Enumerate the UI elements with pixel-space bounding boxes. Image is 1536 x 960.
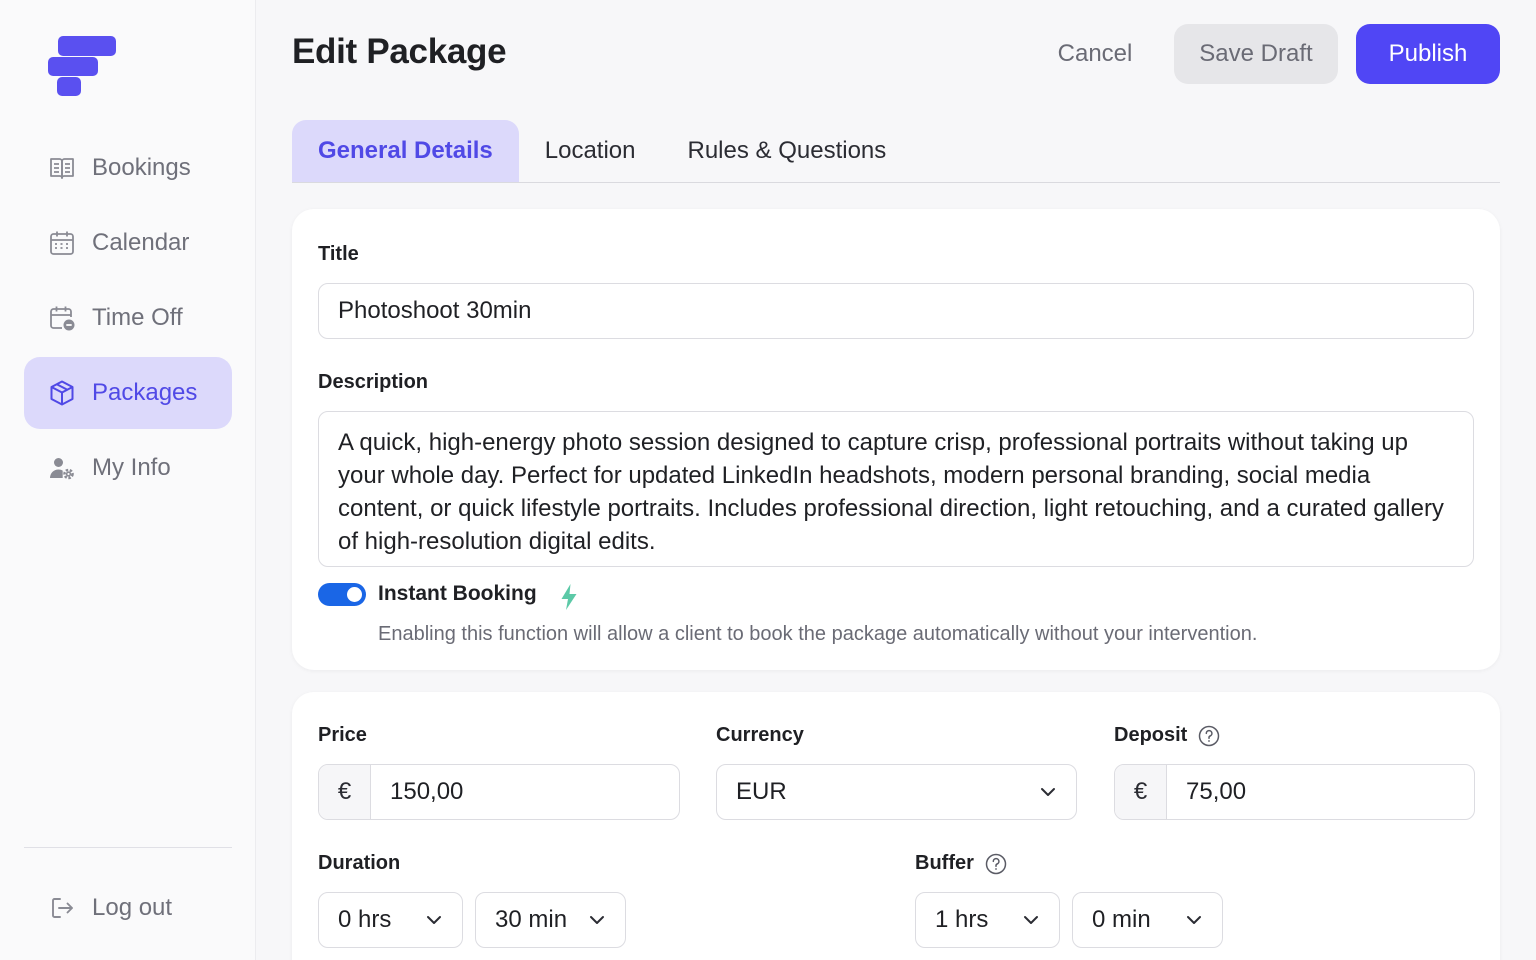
sidebar-item-label: Bookings — [92, 154, 191, 181]
deposit-input[interactable]: € 75,00 — [1114, 764, 1475, 820]
deposit-label: Deposit — [1114, 724, 1220, 747]
calendar-minus-icon — [48, 304, 76, 332]
sidebar-item-time-off[interactable]: Time Off — [24, 282, 232, 354]
sidebar-divider — [24, 847, 232, 848]
deposit-label-text: Deposit — [1114, 724, 1188, 746]
sidebar: Bookings Calendar Time Off Packages My I… — [0, 0, 256, 960]
sidebar-item-my-info[interactable]: My Info — [24, 432, 232, 504]
tab-rules-questions[interactable]: Rules & Questions — [662, 120, 913, 182]
tab-general-details[interactable]: General Details — [292, 120, 519, 182]
pricing-card: Price € 150,00 Currency EUR Deposit € 75… — [292, 692, 1500, 960]
price-currency-prefix: € — [319, 765, 371, 819]
sidebar-item-packages[interactable]: Packages — [24, 357, 232, 429]
description-label: Description — [318, 371, 429, 393]
publish-button[interactable]: Publish — [1356, 24, 1500, 84]
book-icon — [48, 154, 76, 182]
description-textarea[interactable]: A quick, high-energy photo session desig… — [318, 411, 1474, 567]
user-gear-icon — [48, 454, 76, 482]
toggle-knob — [347, 587, 362, 602]
logout-button[interactable]: Log out — [24, 872, 232, 944]
general-details-card: Title Photoshoot 30min Description A qui… — [292, 209, 1500, 670]
instant-booking-toggle[interactable] — [318, 583, 366, 606]
logout-icon — [48, 894, 76, 922]
buffer-label-text: Buffer — [915, 852, 974, 874]
duration-label: Duration — [318, 852, 401, 874]
save-draft-button[interactable]: Save Draft — [1174, 24, 1338, 84]
sidebar-item-calendar[interactable]: Calendar — [24, 207, 232, 279]
duration-hours-select[interactable]: 0 hrs — [318, 892, 463, 948]
sidebar-item-label: Calendar — [92, 229, 190, 256]
logout-label: Log out — [92, 894, 173, 921]
package-icon — [48, 379, 76, 407]
price-label: Price — [318, 724, 367, 746]
deposit-currency-prefix: € — [1115, 765, 1167, 819]
currency-label: Currency — [716, 724, 804, 746]
chevron-down-icon — [1021, 910, 1041, 930]
price-input[interactable]: € 150,00 — [318, 764, 680, 820]
sidebar-item-label: My Info — [92, 454, 171, 481]
title-label: Title — [318, 243, 359, 265]
chevron-down-icon — [587, 910, 607, 930]
chevron-down-icon — [1038, 782, 1058, 802]
cancel-button[interactable]: Cancel — [1040, 24, 1150, 84]
duration-minutes-value: 30 min — [495, 906, 568, 933]
lightning-bolt-icon — [560, 583, 578, 611]
buffer-hours-value: 1 hrs — [935, 906, 989, 933]
currency-value: EUR — [736, 778, 787, 805]
sidebar-item-bookings[interactable]: Bookings — [24, 132, 232, 204]
tab-bar: General Details Location Rules & Questio… — [292, 120, 1500, 183]
sidebar-nav: Bookings Calendar Time Off Packages My I… — [24, 132, 232, 507]
help-icon[interactable] — [1198, 725, 1220, 747]
calendar-icon — [48, 229, 76, 257]
help-icon[interactable] — [985, 853, 1007, 875]
page-title: Edit Package — [292, 32, 507, 71]
tab-location[interactable]: Location — [519, 120, 662, 182]
deposit-value[interactable]: 75,00 — [1167, 765, 1474, 819]
chevron-down-icon — [1184, 910, 1204, 930]
instant-booking-label: Instant Booking — [378, 582, 537, 605]
sidebar-item-label: Time Off — [92, 304, 183, 331]
price-value[interactable]: 150,00 — [371, 765, 679, 819]
title-input[interactable]: Photoshoot 30min — [318, 283, 1474, 339]
currency-select[interactable]: EUR — [716, 764, 1077, 820]
buffer-label: Buffer — [915, 852, 1007, 875]
sidebar-item-label: Packages — [92, 379, 198, 406]
duration-hours-value: 0 hrs — [338, 906, 392, 933]
buffer-minutes-select[interactable]: 0 min — [1072, 892, 1223, 948]
app-logo[interactable] — [48, 36, 116, 98]
instant-booking-help-text: Enabling this function will allow a clie… — [378, 623, 1258, 645]
duration-minutes-select[interactable]: 30 min — [475, 892, 626, 948]
buffer-hours-select[interactable]: 1 hrs — [915, 892, 1060, 948]
chevron-down-icon — [424, 910, 444, 930]
buffer-minutes-value: 0 min — [1092, 906, 1151, 933]
